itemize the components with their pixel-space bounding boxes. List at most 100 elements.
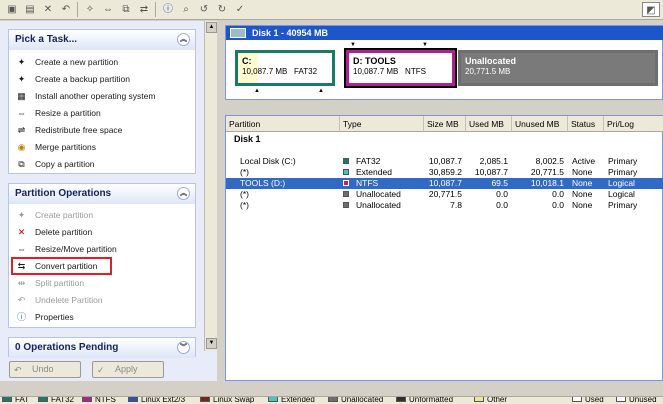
legend-fat32: FAT32 xyxy=(38,396,74,404)
drive-icon[interactable]: ▤ xyxy=(22,2,38,17)
task-merge[interactable]: ◉ Merge partitions xyxy=(15,140,96,154)
partition-name: C: xyxy=(242,56,252,66)
task-label: Install another operating system xyxy=(35,91,156,101)
table-row[interactable]: (*) Unallocated 20,771.5 0.0 0.0 None Lo… xyxy=(226,189,663,200)
cell-unused: 10,018.1 xyxy=(530,178,564,188)
pending-header[interactable]: 0 Operations Pending ︾ xyxy=(9,338,195,358)
col-size[interactable]: Size MB xyxy=(424,116,466,132)
task-install-os[interactable]: ▦ Install another operating system xyxy=(15,89,155,103)
task-redistribute[interactable]: ⇌ Redistribute free space xyxy=(15,123,123,137)
cell-used: 69.5 xyxy=(491,178,508,188)
info-icon: ⓘ xyxy=(16,312,26,322)
copy-icon[interactable]: ⧉ xyxy=(118,2,134,17)
legend-label: FAT32 xyxy=(51,396,74,404)
corner-icon[interactable]: ◩ xyxy=(642,2,660,17)
apply-icon[interactable]: ✓ xyxy=(232,2,248,17)
disk-partition-d[interactable]: D: TOOLS 10,087.7 MB NTFS xyxy=(344,48,457,88)
op-properties[interactable]: ⓘ Properties xyxy=(15,310,74,324)
cell-partition: (*) xyxy=(240,189,249,199)
pick-task-header[interactable]: Pick a Task... ︽ xyxy=(9,30,195,50)
op-delete-partition[interactable]: ✕ Delete partition xyxy=(15,225,92,239)
task-label: Resize a partition xyxy=(35,108,101,118)
col-status[interactable]: Status xyxy=(568,116,604,132)
toolbar-separator xyxy=(155,2,156,17)
legend-label: Extended xyxy=(281,396,315,404)
cell-used: 0.0 xyxy=(496,189,508,199)
expand-icon[interactable]: ︾ xyxy=(177,341,190,354)
legend-unallocated: Unallocated xyxy=(328,396,384,404)
disk-header[interactable]: Disk 1 - 40954 MB xyxy=(226,26,663,40)
op-resize-move[interactable]: ⇔ Resize/Move partition xyxy=(15,242,117,256)
cell-partition: (*) xyxy=(240,167,249,177)
op-label: Split partition xyxy=(35,278,85,288)
table-row[interactable]: (*) Extended 30,859.2 10,087.7 20,771.5 … xyxy=(226,167,663,178)
cell-used: 10,087.7 xyxy=(474,167,508,177)
type-label: FAT32 xyxy=(356,156,381,166)
undo2-icon[interactable]: ↺ xyxy=(196,2,212,17)
legend-label: FAT xyxy=(15,396,30,404)
legend-label: NTFS xyxy=(95,396,116,404)
explore-icon[interactable]: ⌕ xyxy=(178,2,194,17)
split-icon: ⇹ xyxy=(17,278,26,288)
col-prilog[interactable]: Pri/Log xyxy=(604,116,663,132)
pick-task-panel: Pick a Task... ︽ ✦ Create a new partition … xyxy=(8,29,196,174)
legend-label: Linux Swap xyxy=(213,396,255,404)
undo-button[interactable]: ↶ Undo xyxy=(9,361,81,378)
marker-icon: ▼ xyxy=(422,42,428,48)
delete-icon[interactable]: ✕ xyxy=(40,2,56,17)
cell-type: Unallocated xyxy=(343,200,401,211)
disk-icon xyxy=(230,28,246,38)
table-row-selected[interactable]: TOOLS (D:) NTFS 10,087.7 69.5 10,018.1 N… xyxy=(226,178,663,189)
partition-size: 20,771.5 MB xyxy=(465,67,511,76)
redo-icon[interactable]: ↻ xyxy=(214,2,230,17)
task-pane: Pick a Task... ︽ ✦ Create a new partition … xyxy=(0,21,217,381)
collapse-icon[interactable]: ︽ xyxy=(177,187,190,200)
copy-icon: ⧉ xyxy=(18,159,25,169)
toolbar: ▣ ▤ ✕ ↶ ✧ ⇔ ⧉ ⇄ ⓘ ⌕ ↺ ↻ ✓ ◩ xyxy=(0,0,663,20)
legend-other: Other xyxy=(474,397,507,404)
task-create-new[interactable]: ✦ Create a new partition xyxy=(15,55,118,69)
cell-partition: TOOLS (D:) xyxy=(240,178,286,188)
cell-status: None xyxy=(572,167,593,177)
col-partition[interactable]: Partition xyxy=(226,116,340,132)
resize-icon[interactable]: ⇔ xyxy=(100,2,116,17)
legend-label: Unformatted xyxy=(409,396,454,404)
legend-label: Unallocated xyxy=(341,396,384,404)
legend-used: Used xyxy=(572,397,604,404)
col-used[interactable]: Used MB xyxy=(466,116,512,132)
table-header: Partition Type Size MB Used MB Unused MB… xyxy=(226,116,663,132)
move-icon[interactable]: ⇄ xyxy=(136,2,152,17)
table-row[interactable]: (*) Unallocated 7.8 0.0 0.0 None Primary xyxy=(226,200,663,211)
info-icon[interactable]: ⓘ xyxy=(160,2,176,17)
task-pane-scrollbar[interactable]: ▲ ▼ xyxy=(204,21,217,351)
undo-icon[interactable]: ↶ xyxy=(58,2,74,17)
task-resize[interactable]: ⇔ Resize a partition xyxy=(15,106,101,120)
disk-partition-unallocated[interactable]: Unallocated 20,771.5 MB xyxy=(458,50,658,86)
partition-ops-header[interactable]: Partition Operations ︽ xyxy=(9,184,195,204)
legend-swatch xyxy=(328,397,338,402)
fs-color-swatch xyxy=(343,202,349,208)
scroll-down-icon[interactable]: ▼ xyxy=(206,338,217,349)
task-label: Create a backup partition xyxy=(35,74,130,84)
collapse-icon[interactable]: ︽ xyxy=(177,33,190,46)
cell-partition: Local Disk (C:) xyxy=(240,156,296,166)
table-row[interactable]: Local Disk (C:) FAT32 10,087.7 2,085.1 8… xyxy=(226,156,663,167)
col-type[interactable]: Type xyxy=(340,116,424,132)
task-copy[interactable]: ⧉ Copy a partition xyxy=(15,157,94,171)
disk-partition-c[interactable]: C: 10,087.7 MB FAT32 xyxy=(235,50,335,86)
task-create-backup[interactable]: ✦ Create a backup partition xyxy=(15,72,130,86)
disk-title: Disk 1 - 40954 MB xyxy=(252,28,329,38)
delete-icon: ✕ xyxy=(17,227,26,237)
legend-ntfs: NTFS xyxy=(82,396,116,404)
disk-group-label: Disk 1 xyxy=(234,134,261,144)
op-create-partition: ✦ Create partition xyxy=(15,208,93,222)
legend-swatch xyxy=(82,397,92,402)
col-unused[interactable]: Unused MB xyxy=(512,116,568,132)
apply-button[interactable]: ✓ Apply xyxy=(92,361,164,378)
scroll-up-icon[interactable]: ▲ xyxy=(206,22,217,33)
disk-icon[interactable]: ▣ xyxy=(4,2,20,17)
wizard-icon[interactable]: ✧ xyxy=(82,2,98,17)
cell-prilog: Logical xyxy=(608,189,635,199)
cell-status: Active xyxy=(572,156,596,166)
partition-size: 10,087.7 MB xyxy=(353,67,399,76)
